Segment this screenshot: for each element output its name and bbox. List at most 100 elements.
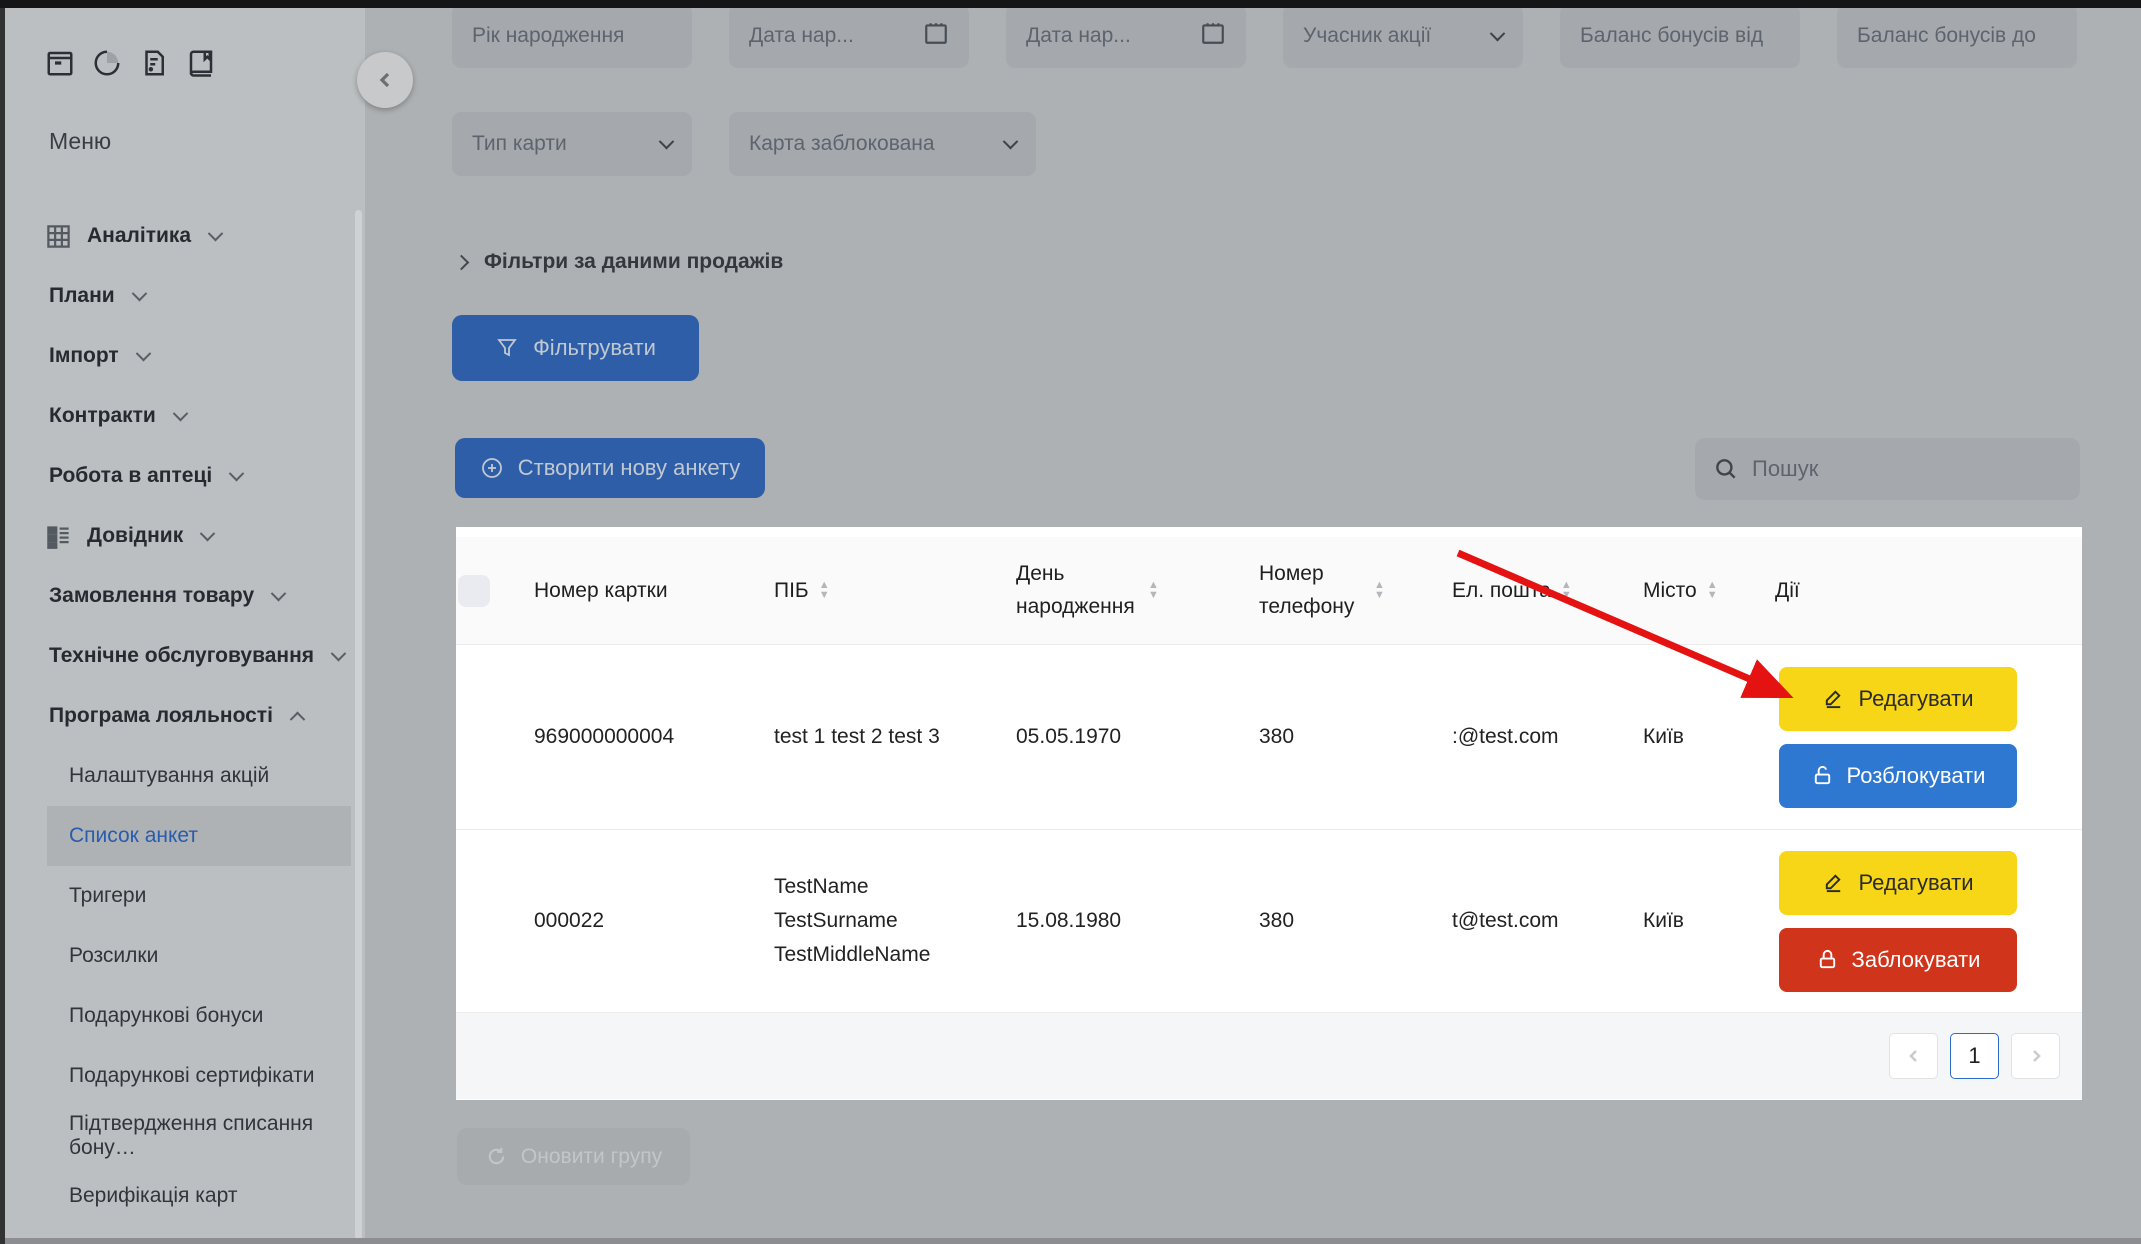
filter-placeholder: Дата нар...: [749, 24, 854, 48]
pencil-icon: [1822, 871, 1845, 894]
cell-actions: Редагувати Розблокувати: [1775, 667, 2082, 808]
pagination-prev-button[interactable]: [1889, 1033, 1938, 1079]
sales-filters-toggle[interactable]: Фільтри за даними продажів: [456, 250, 783, 274]
filter-card-type-select[interactable]: Тип карти: [452, 112, 692, 176]
sidebar-item-label: Плани: [49, 284, 115, 308]
cell-phone: 380: [1259, 725, 1452, 749]
search-box[interactable]: [1695, 438, 2080, 500]
filter-placeholder: Учасник акції: [1303, 24, 1431, 48]
document-icon[interactable]: [139, 48, 169, 83]
plus-circle-icon: [480, 456, 504, 480]
column-header-card-number: Номер картки: [534, 579, 774, 603]
column-header-birthday[interactable]: День народження▲▼: [1016, 558, 1259, 623]
sidebar-subitem-tryhery[interactable]: Тригери: [5, 866, 357, 926]
sidebar-menu: Аналітика Плани Імпорт Контракти Робота …: [5, 206, 357, 1226]
sidebar-item-plany[interactable]: Плани: [5, 266, 357, 326]
sidebar-subitem-podarunkovi-bonusy[interactable]: Подарункові бонуси: [5, 986, 357, 1046]
sidebar-item-dovidnyk[interactable]: Довідник: [5, 506, 357, 566]
column-header-city[interactable]: Місто▲▼: [1643, 579, 1775, 603]
sidebar-item-import[interactable]: Імпорт: [5, 326, 357, 386]
filter-birth-year-input[interactable]: Рік народження: [452, 4, 692, 68]
sidebar-item-analitika[interactable]: Аналітика: [5, 206, 357, 266]
edit-button[interactable]: Редагувати: [1779, 851, 2017, 915]
sidebar-subitem-label: Верифікація карт: [69, 1184, 237, 1208]
block-button[interactable]: Заблокувати: [1779, 928, 2017, 992]
create-new-form-label: Створити нову анкету: [518, 455, 740, 481]
chevron-right-icon: [454, 254, 470, 270]
chevron-down-icon: [131, 285, 147, 301]
cell-card-number: 000022: [534, 909, 774, 933]
sidebar-item-kontrakty[interactable]: Контракти: [5, 386, 357, 446]
edit-button[interactable]: Редагувати: [1779, 667, 2017, 731]
cell-birthday: 05.05.1970: [1016, 725, 1259, 749]
filter-promo-participant-select[interactable]: Учасник акції: [1283, 4, 1523, 68]
update-group-label: Оновити групу: [521, 1145, 662, 1169]
cell-name: test 1 test 2 test 3: [774, 720, 954, 754]
filter-birth-date-to-input[interactable]: Дата нар...: [1006, 4, 1246, 68]
cell-card-number: 969000000004: [534, 725, 774, 749]
book-icon[interactable]: [186, 48, 216, 83]
chevron-left-icon: [376, 71, 394, 89]
chevron-left-icon: [1907, 1049, 1921, 1063]
sidebar: Меню Аналітика Плани Імпорт Контракти Ро…: [5, 8, 365, 1244]
sidebar-item-zamovlennia-tovaru[interactable]: Замовлення товару: [5, 566, 357, 626]
sidebar-subitem-label: Подарункові бонуси: [69, 1004, 263, 1028]
column-header-name[interactable]: ПІБ▲▼: [774, 579, 1016, 603]
sort-icon[interactable]: ▲▼: [1561, 581, 1572, 600]
filter-card-blocked-select[interactable]: Карта заблокована: [729, 112, 1036, 176]
cell-name: TestName TestSurname TestMiddleName: [774, 870, 954, 972]
update-group-button[interactable]: Оновити групу: [457, 1128, 690, 1185]
chevron-down-icon: [271, 585, 287, 601]
search-input[interactable]: [1752, 456, 2062, 482]
sidebar-subitem-spysok-anket[interactable]: Список анкет: [47, 806, 351, 866]
filter-bonus-balance-to-input[interactable]: Баланс бонусів до: [1837, 4, 2077, 68]
filter-placeholder: Баланс бонусів до: [1857, 24, 2036, 48]
sort-icon[interactable]: ▲▼: [819, 581, 830, 600]
sidebar-subitem-pidtverdzhennia-spysannia[interactable]: Підтвердження списання бону…: [5, 1106, 357, 1166]
chevron-down-icon: [200, 525, 216, 541]
sort-icon[interactable]: ▲▼: [1707, 581, 1718, 600]
list-icon: [45, 523, 72, 550]
unblock-button[interactable]: Розблокувати: [1779, 744, 2017, 808]
pencil-icon: [1822, 687, 1845, 710]
filter-placeholder: Рік народження: [472, 24, 624, 48]
filter-bonus-balance-from-input[interactable]: Баланс бонусів від: [1560, 4, 1800, 68]
pie-chart-icon[interactable]: [92, 48, 122, 83]
loyalty-program-page: Меню Аналітика Плани Імпорт Контракти Ро…: [0, 0, 2141, 1244]
chevron-down-icon: [229, 465, 245, 481]
horizontal-scrollbar[interactable]: [0, 1238, 2141, 1244]
sidebar-subitem-label: Розсилки: [69, 944, 158, 968]
sidebar-item-prohrama-loialnosti[interactable]: Програма лояльності: [5, 686, 357, 746]
filter-apply-label: Фільтрувати: [533, 335, 656, 361]
sidebar-subitem-veryfikatsiia-kart[interactable]: Верифікація карт: [5, 1166, 357, 1226]
funnel-icon: [495, 336, 519, 360]
sidebar-quick-icons: [45, 48, 216, 83]
sidebar-menu-title: Меню: [49, 128, 111, 155]
archive-icon[interactable]: [45, 48, 75, 83]
sidebar-scrollbar[interactable]: [355, 210, 362, 1240]
chevron-up-icon: [290, 711, 306, 727]
sort-icon[interactable]: ▲▼: [1148, 581, 1159, 600]
sort-icon[interactable]: ▲▼: [1374, 581, 1385, 600]
filter-birth-date-from-input[interactable]: Дата нар...: [729, 4, 969, 68]
calendar-icon: [1200, 20, 1226, 52]
column-header-phone[interactable]: Номер телефону▲▼: [1259, 558, 1452, 623]
sidebar-item-tekhnichne-obsluhovuvannia[interactable]: Технічне обслуговування: [5, 626, 357, 686]
filter-apply-button[interactable]: Фільтрувати: [452, 315, 699, 381]
cell-email: t@test.com: [1452, 909, 1643, 933]
sidebar-subitem-nalashtuvannia-aktsii[interactable]: Налаштування акцій: [5, 746, 357, 806]
sidebar-item-robota-v-aptetsi[interactable]: Робота в аптеці: [5, 446, 357, 506]
filter-placeholder: Баланс бонусів від: [1580, 24, 1763, 48]
refresh-icon: [485, 1145, 508, 1168]
chevron-down-icon: [1003, 133, 1019, 149]
select-all-checkbox[interactable]: [458, 575, 490, 607]
column-header-email[interactable]: Ел. пошта▲▼: [1452, 579, 1643, 603]
cell-actions: Редагувати Заблокувати: [1775, 851, 2082, 992]
create-new-form-button[interactable]: Створити нову анкету: [455, 438, 765, 498]
sidebar-subitem-podarunkovi-sertyfikaty[interactable]: Подарункові сертифікати: [5, 1046, 357, 1106]
pagination-page-1[interactable]: 1: [1950, 1033, 1999, 1079]
cell-city: Київ: [1643, 725, 1775, 749]
pagination-next-button[interactable]: [2011, 1033, 2060, 1079]
sidebar-collapse-button[interactable]: [357, 52, 413, 108]
sidebar-subitem-rozsylky[interactable]: Розсилки: [5, 926, 357, 986]
